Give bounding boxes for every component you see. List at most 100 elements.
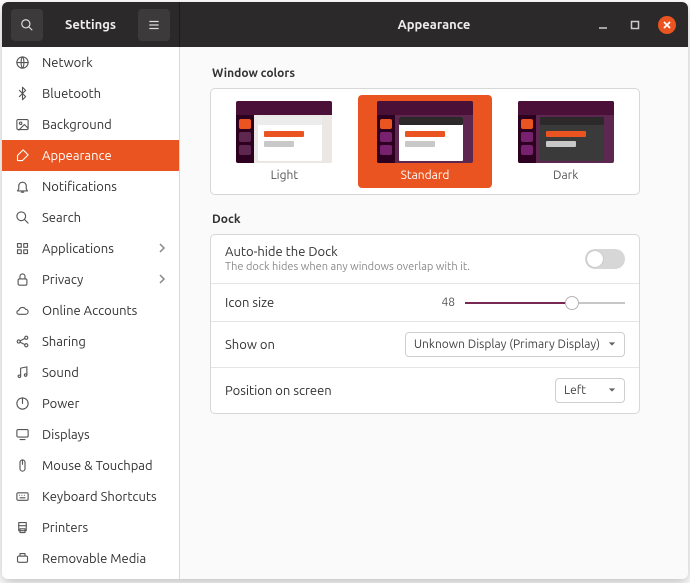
sidebar-item-privacy[interactable]: Privacy: [2, 264, 179, 295]
slider-thumb[interactable]: [565, 296, 579, 310]
chevron-right-icon: [157, 242, 167, 256]
dock-card: Auto-hide the Dock The dock hides when a…: [210, 234, 640, 414]
close-icon: [662, 20, 672, 30]
sidebar-item-label: Displays: [42, 428, 90, 442]
sidebar-item-printers[interactable]: Printers: [2, 512, 179, 543]
bluetooth-icon: [14, 86, 30, 102]
sidebar-item-search[interactable]: Search: [2, 202, 179, 233]
sidebar-item-label: Applications: [42, 242, 114, 256]
theme-label: Light: [271, 169, 299, 182]
image-icon: [14, 117, 30, 133]
sidebar-item-appearance[interactable]: Appearance: [2, 140, 179, 171]
sidebar-item-online-accounts[interactable]: Online Accounts: [2, 295, 179, 326]
sidebar-item-mouse-touchpad[interactable]: Mouse & Touchpad: [2, 450, 179, 481]
search-button[interactable]: [11, 9, 43, 41]
sidebar-item-background[interactable]: Background: [2, 109, 179, 140]
share-icon: [14, 334, 30, 350]
sidebar-item-label: Printers: [42, 521, 88, 535]
sidebar-item-label: Power: [42, 397, 79, 411]
grid-icon: [14, 241, 30, 257]
sidebar-item-label: Notifications: [42, 180, 117, 194]
sidebar-item-label: Privacy: [42, 273, 83, 287]
globe-icon: [14, 55, 30, 71]
sidebar-item-applications[interactable]: Applications: [2, 233, 179, 264]
show-on-row: Show on Unknown Display (Primary Display…: [211, 322, 639, 368]
sidebar-item-sound[interactable]: Sound: [2, 357, 179, 388]
show-on-value: Unknown Display (Primary Display): [414, 338, 600, 351]
chevron-right-icon: [157, 273, 167, 287]
toggle-knob: [587, 251, 603, 267]
sidebar-item-displays[interactable]: Displays: [2, 419, 179, 450]
show-on-dropdown[interactable]: Unknown Display (Primary Display): [405, 332, 625, 357]
display-icon: [14, 427, 30, 443]
window-controls: [594, 16, 688, 34]
sidebar-item-removable-media[interactable]: Removable Media: [2, 543, 179, 574]
sidebar-item-label: Mouse & Touchpad: [42, 459, 153, 473]
theme-label: Standard: [401, 169, 450, 182]
icon-size-value: 48: [431, 296, 455, 309]
music-icon: [14, 365, 30, 381]
position-label: Position on screen: [225, 384, 332, 398]
theme-tile-light[interactable]: Light: [217, 95, 352, 188]
minimize-icon: [598, 20, 608, 30]
settings-window: Settings Appearance NetworkBluetoot: [2, 2, 688, 579]
icon-size-row: Icon size 48: [211, 284, 639, 322]
slider-fill: [465, 302, 572, 304]
autohide-toggle[interactable]: [585, 249, 625, 269]
sidebar-item-label: Keyboard Shortcuts: [42, 490, 157, 504]
sidebar-item-label: Removable Media: [42, 552, 146, 566]
position-value: Left: [564, 384, 586, 397]
hamburger-icon: [147, 18, 161, 32]
autohide-title: Auto-hide the Dock: [225, 245, 470, 259]
power-icon: [14, 396, 30, 412]
icon-size-label: Icon size: [225, 296, 274, 310]
search-icon: [14, 210, 30, 226]
sidebar-item-label: Network: [42, 56, 93, 70]
sidebar-item-label: Background: [42, 118, 112, 132]
autohide-text: Auto-hide the Dock The dock hides when a…: [225, 245, 470, 273]
position-row: Position on screen Left: [211, 368, 639, 413]
sidebar-title: Settings: [46, 18, 135, 32]
keyboard-icon: [14, 489, 30, 505]
cloud-icon: [14, 303, 30, 319]
menu-button[interactable]: [138, 9, 170, 41]
body: Network Bluetooth Background Appearance Noti…: [2, 47, 688, 579]
window-colors-heading: Window colors: [212, 67, 640, 80]
sidebar-item-label: Bluetooth: [42, 87, 101, 101]
mouse-icon: [14, 458, 30, 474]
chevron-down-icon: [608, 384, 616, 397]
lock-icon: [14, 272, 30, 288]
close-button[interactable]: [658, 16, 676, 34]
brush-icon: [14, 148, 30, 164]
sidebar-item-notifications[interactable]: Notifications: [2, 171, 179, 202]
sidebar-item-keyboard-shortcuts[interactable]: Keyboard Shortcuts: [2, 481, 179, 512]
minimize-button[interactable]: [594, 16, 612, 34]
bell-icon: [14, 179, 30, 195]
printer-icon: [14, 520, 30, 536]
sidebar-item-bluetooth[interactable]: Bluetooth: [2, 78, 179, 109]
autohide-subtitle: The dock hides when any windows overlap …: [225, 261, 470, 273]
headerbar: Settings Appearance: [2, 2, 688, 47]
sidebar: Network Bluetooth Background Appearance Noti…: [2, 47, 180, 579]
show-on-label: Show on: [225, 338, 275, 352]
sidebar-item-label: Sound: [42, 366, 79, 380]
headerbar-left: Settings: [2, 2, 180, 47]
chevron-down-icon: [608, 338, 616, 351]
sidebar-item-network[interactable]: Network: [2, 47, 179, 78]
headerbar-right: Appearance: [180, 2, 688, 47]
search-icon: [20, 18, 34, 32]
theme-tile-dark[interactable]: Dark: [498, 95, 633, 188]
window-colors-card: Light Standard Dark: [210, 88, 640, 195]
theme-tile-standard[interactable]: Standard: [358, 95, 493, 188]
icon-size-slider[interactable]: [465, 295, 625, 311]
sidebar-item-sharing[interactable]: Sharing: [2, 326, 179, 357]
maximize-button[interactable]: [626, 16, 644, 34]
maximize-icon: [630, 20, 640, 30]
sidebar-item-label: Search: [42, 211, 81, 225]
position-dropdown[interactable]: Left: [555, 378, 625, 403]
dock-heading: Dock: [212, 213, 640, 226]
content-area: Window colors Light Standard Dark Dock Aut…: [180, 47, 688, 579]
sidebar-item-power[interactable]: Power: [2, 388, 179, 419]
autohide-row: Auto-hide the Dock The dock hides when a…: [211, 235, 639, 284]
sidebar-item-label: Appearance: [42, 149, 112, 163]
